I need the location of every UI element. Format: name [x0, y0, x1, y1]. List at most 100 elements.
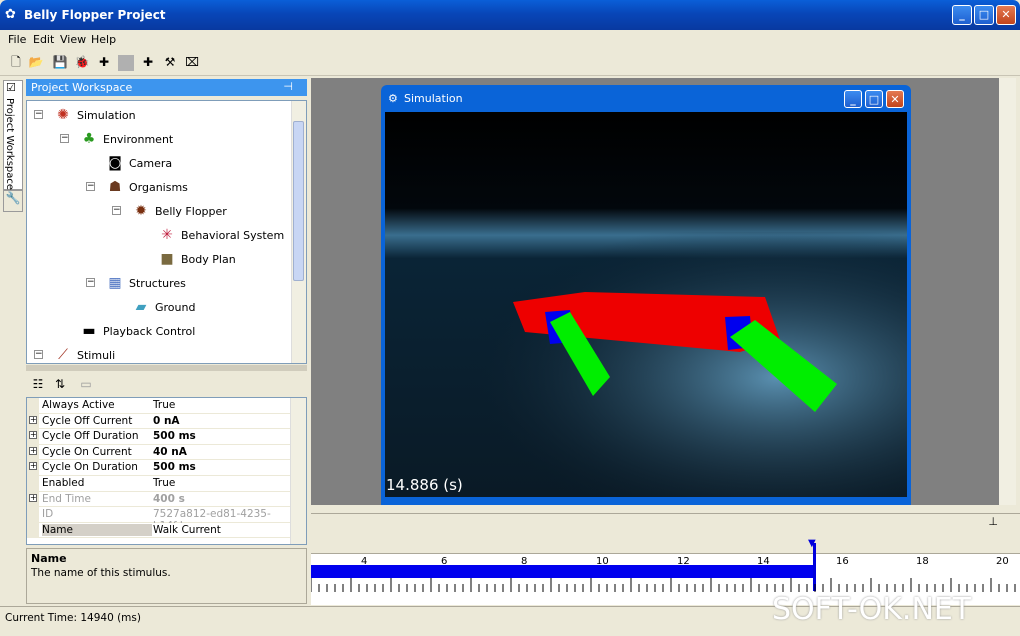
add-organism-icon[interactable]: 🐞	[74, 54, 90, 70]
open-folder-icon[interactable]: 📂	[28, 54, 44, 70]
tree-item-organisms[interactable]: ☗ Organisms	[105, 179, 188, 195]
categorized-icon[interactable]: ☷	[30, 376, 46, 392]
menu-file[interactable]: File	[8, 33, 26, 46]
timeline-ticks	[311, 578, 1016, 592]
property-row[interactable]: + Cycle Off Current 0 nA	[27, 413, 291, 430]
property-value[interactable]: Walk Current	[153, 524, 221, 536]
sim-minimize-button[interactable]: _	[844, 90, 862, 108]
property-row[interactable]: Name Walk Current	[27, 522, 291, 539]
property-name: Cycle On Duration	[42, 461, 138, 474]
property-row[interactable]: + End Time 400 s	[27, 491, 291, 508]
tree-scroll-thumb[interactable]	[293, 121, 304, 281]
expand-icon[interactable]: +	[29, 431, 37, 440]
row-gutter: +	[27, 444, 39, 460]
tab-tools[interactable]: 🔧	[3, 190, 23, 212]
property-name: Cycle Off Current	[42, 414, 133, 427]
organisms-icon: ☗	[108, 179, 122, 195]
property-row[interactable]: Always Active True	[27, 398, 291, 414]
window-title: Belly Flopper Project	[24, 8, 166, 22]
pin-icon[interactable]: ⊣	[283, 80, 293, 93]
tree-item-simulation[interactable]: ✺ Simulation	[53, 107, 135, 123]
property-value[interactable]: 500 ms	[153, 461, 196, 473]
reset-icon[interactable]: ⌧	[184, 54, 200, 70]
timeline-label: 4	[361, 556, 368, 567]
property-row[interactable]: + Cycle On Duration 500 ms	[27, 460, 291, 476]
timeline-label: 10	[596, 556, 609, 567]
playhead-marker-icon: ▼	[808, 538, 816, 549]
timeline-spacer	[311, 530, 1020, 552]
maximize-button[interactable]: □	[974, 5, 994, 25]
simulation-window-icon: ⚙	[388, 92, 398, 105]
new-file-icon[interactable]: 🗋	[8, 54, 24, 70]
collapse-icon[interactable]: −	[112, 206, 121, 215]
tree-item-behavioral-system[interactable]: ✳ Behavioral System	[157, 227, 284, 243]
expand-icon[interactable]: +	[29, 462, 37, 471]
ground-plane	[385, 232, 907, 497]
property-value[interactable]: 500 ms	[153, 430, 196, 442]
row-gutter	[27, 398, 39, 413]
tree-item-camera[interactable]: ◙ Camera	[105, 155, 172, 171]
project-tree: − ✺ Simulation − ♣ Environment ◙ Camera − ☗…	[26, 100, 307, 364]
collapse-icon[interactable]: −	[34, 350, 43, 359]
sim-close-button[interactable]: ✕	[886, 90, 904, 108]
app-icon: ✿	[5, 7, 16, 22]
ground-icon: ▰	[135, 299, 147, 315]
menu-edit[interactable]: Edit	[33, 33, 54, 46]
row-gutter: +	[27, 460, 39, 475]
sort-alpha-icon[interactable]: ⇅	[52, 376, 68, 392]
row-gutter: +	[27, 413, 39, 429]
tree-item-belly-flopper[interactable]: ✹ Belly Flopper	[131, 203, 227, 219]
tree-item-body-plan[interactable]: ■ Body Plan	[157, 251, 235, 267]
menu-help[interactable]: Help	[91, 33, 116, 46]
collapse-icon[interactable]: −	[34, 110, 43, 119]
timeline-label: 16	[836, 556, 849, 567]
simulation-viewport[interactable]	[385, 112, 907, 497]
property-value[interactable]: 40 nA	[153, 446, 187, 458]
save-icon[interactable]: 💾	[52, 54, 68, 70]
property-name: Always Active	[42, 399, 115, 411]
row-gutter	[27, 522, 39, 538]
bug-icon: ✹	[135, 203, 147, 219]
wrench-icon: 🔧	[5, 191, 21, 205]
property-value[interactable]: 400 s	[153, 493, 185, 505]
workspace-header-title: Project Workspace	[31, 81, 133, 94]
property-row[interactable]: ID7527a812-ed81-4235-b14f-bea	[27, 507, 291, 532]
property-name: ID	[42, 508, 54, 521]
property-name: Cycle On Current	[42, 445, 132, 458]
add-structure-icon[interactable]: ✚	[96, 54, 112, 70]
menu-view[interactable]: View	[60, 33, 86, 46]
expand-icon[interactable]: +	[29, 446, 37, 455]
property-description: Name The name of this stimulus.	[26, 548, 307, 604]
property-value[interactable]: True	[153, 399, 175, 411]
close-button[interactable]: ✕	[996, 5, 1016, 25]
collapse-icon[interactable]: −	[86, 278, 95, 287]
tree-item-environment[interactable]: ♣ Environment	[79, 131, 174, 147]
tree-item-stimuli[interactable]: ⟋ Stimuli	[53, 347, 115, 363]
collapse-icon[interactable]: −	[60, 134, 69, 143]
box-icon: ■	[160, 251, 174, 267]
property-value[interactable]: True	[153, 477, 175, 489]
splitter[interactable]	[26, 365, 307, 371]
add-stimulus-icon[interactable]: ✚	[140, 54, 156, 70]
tree-item-structures[interactable]: ▦ Structures	[105, 275, 186, 291]
property-row[interactable]: + Cycle Off Duration 500 ms	[27, 429, 291, 445]
property-value[interactable]: 0 nA	[153, 415, 180, 427]
property-name: Enabled	[42, 477, 85, 489]
pin-icon[interactable]: ⊥	[988, 515, 998, 528]
property-row[interactable]: + Cycle On Current 40 nA	[27, 444, 291, 461]
sim-maximize-button[interactable]: □	[865, 90, 883, 108]
expand-icon[interactable]: +	[29, 493, 37, 502]
description-text: The name of this stimulus.	[31, 567, 171, 579]
tree-item-playback-control[interactable]: ▬ Playback Control	[79, 323, 195, 339]
expand-icon[interactable]: +	[29, 415, 37, 424]
properties-toolbar	[26, 372, 307, 396]
minimize-button[interactable]: _	[952, 5, 972, 25]
property-scrollbar[interactable]	[290, 398, 306, 544]
tools-icon[interactable]: ⚒	[162, 54, 178, 70]
simulation-icon: ✺	[57, 107, 69, 123]
collapse-icon[interactable]: −	[86, 182, 95, 191]
tree-item-ground[interactable]: ▰ Ground	[131, 299, 196, 315]
property-row[interactable]: Enabled True	[27, 476, 291, 492]
workspace-header: Project Workspace ⊣	[26, 79, 307, 96]
document-scrollbar[interactable]	[999, 78, 1016, 505]
